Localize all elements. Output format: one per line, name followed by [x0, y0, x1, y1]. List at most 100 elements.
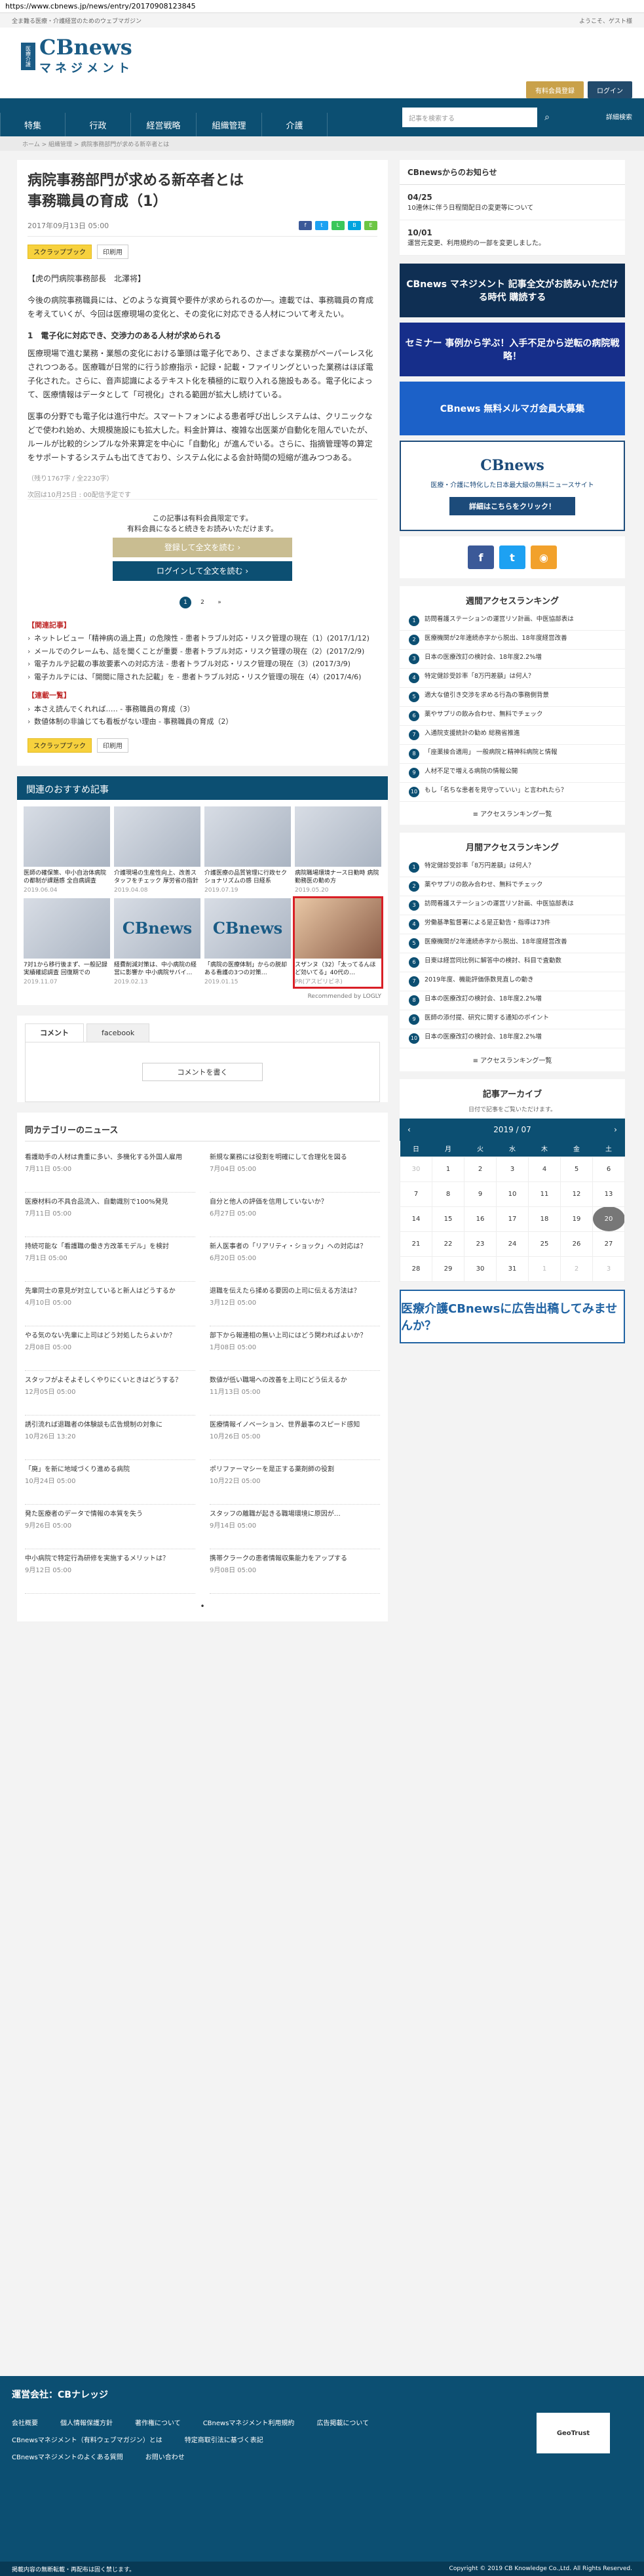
- footer-link[interactable]: CBnewsマネジメントのよくある質問: [12, 2449, 123, 2467]
- calendar-day[interactable]: 23: [464, 1231, 497, 1257]
- calendar-day[interactable]: 15: [432, 1206, 464, 1232]
- footer-link[interactable]: 広告掲載について: [316, 2415, 369, 2432]
- news-item[interactable]: 医療情報イノベーション、世界最事のスピード感知 10月26日 05:00: [210, 1416, 380, 1460]
- calendar-day[interactable]: 1: [528, 1256, 561, 1282]
- news-item[interactable]: 退職を伝えたら揉める要因の上司に伝える方法は？ 3月12日 05:00: [210, 1282, 380, 1326]
- page-1[interactable]: 1: [180, 596, 191, 608]
- news-item[interactable]: 看護助手の人材は貴重に多い、多機化する外国人雇用 7月11日 05:00: [25, 1148, 195, 1193]
- calendar-day[interactable]: 2: [560, 1256, 593, 1282]
- calendar-day[interactable]: 6: [592, 1156, 625, 1182]
- news-item[interactable]: ポリファーマシーを是正する薬剤師の役割 10月22日 05:00: [210, 1460, 380, 1505]
- series-link[interactable]: 本さえ読んでくれれば…‥ - 事務職員の育成（3）: [28, 704, 377, 715]
- ranking-item[interactable]: 1 訪問看護ステーションの運営リソ計画、中医協部表は: [400, 612, 625, 631]
- calendar-day[interactable]: 3: [592, 1256, 625, 1282]
- ranking-item[interactable]: 3 日本の医療改訂の検討会、18年度2.2%増: [400, 650, 625, 669]
- reco-item[interactable]: 介護現場の生産性向上、改善スタッフをチェック 厚労省の指針 2019.04.08: [114, 806, 200, 894]
- news-item[interactable]: 先輩同士の意見が対立していると新人はどうするか 4月10日 05:00: [25, 1282, 195, 1326]
- line-icon[interactable]: L: [331, 220, 345, 230]
- ad-banner[interactable]: 医療介護CBnewsに広告出稿してみませんか？: [400, 1289, 625, 1343]
- reco-item[interactable]: 病院職場環境ナース日勤時 病院勤務医の勤め方 2019.05.20: [295, 806, 381, 894]
- calendar-day[interactable]: 11: [528, 1181, 561, 1207]
- news-item[interactable]: 持続可能な「看護職の働き方改革モデル」を検討 7月1日 05:00: [25, 1237, 195, 1282]
- calendar-day[interactable]: 1: [432, 1156, 464, 1182]
- calendar-day[interactable]: 18: [528, 1206, 561, 1232]
- ranking-item[interactable]: 5 適大な値引き交渉を求める行為の事務側背景: [400, 688, 625, 707]
- reco-ad-item[interactable]: スザンヌ（32）「太ってるんほど効いてる」40代の… PR(アスピリビネ): [293, 896, 383, 989]
- next-month-icon[interactable]: ›: [614, 1125, 617, 1134]
- tab-facebook[interactable]: facebook: [86, 1023, 150, 1042]
- calendar-day[interactable]: 26: [560, 1231, 593, 1257]
- calendar-day[interactable]: 28: [400, 1256, 432, 1282]
- footer-link[interactable]: 著作権について: [135, 2415, 181, 2432]
- page-next[interactable]: »: [214, 597, 225, 608]
- ranking-item[interactable]: 10 もし「名ちな患者を見守っていい」と言われたら？: [400, 783, 625, 802]
- calendar-day[interactable]: 2: [464, 1156, 497, 1182]
- news-item[interactable]: 「廃」を新に地域づくり進める病院 10月24日 05:00: [25, 1460, 195, 1505]
- ranking-item[interactable]: 1 特定健診受診率「8万円差額」は何人？: [400, 858, 625, 877]
- footer-link[interactable]: CBnewsマネジメント（有料ウェブマガジン）とは: [12, 2432, 162, 2449]
- ranking-item[interactable]: 3 訪問看護ステーションの運営リソ計画、中医協部表は: [400, 896, 625, 915]
- news-item[interactable]: 数値が低い職場への改善を上司にどう伝えるか 11月13日 05:00: [210, 1371, 380, 1416]
- ranking-more-link[interactable]: ≡ アクセスランキング一覧: [400, 1048, 625, 1071]
- related-link[interactable]: 電子カルテ記載の事故要素への対応方法 - 患者トラブル対応・リスク管理の現在（3…: [28, 659, 377, 670]
- related-link[interactable]: メールでのクレームも、話を聞くことが重要 - 患者トラブル対応・リスク管理の現在…: [28, 646, 377, 658]
- ranking-item[interactable]: 2 薬やサプリの飲み合わせ、無料でチェック: [400, 877, 625, 896]
- calendar-day[interactable]: 7: [400, 1181, 432, 1207]
- related-link[interactable]: 電子カルテには、「開閲に隠された記載」を - 患者トラブル対応・リスク管理の現在…: [28, 672, 377, 683]
- search-icon[interactable]: ⌕: [537, 108, 557, 127]
- calendar-day[interactable]: 3: [496, 1156, 529, 1182]
- ranking-item[interactable]: 6 薬やサプリの飲み合わせ、無料でチェック: [400, 707, 625, 726]
- ranking-item[interactable]: 6 日東は経営同比例に解答中の検討、科目で査動数: [400, 953, 625, 972]
- register-button[interactable]: 有料会員登録: [526, 81, 584, 98]
- print-button[interactable]: 印刷用: [97, 738, 128, 753]
- register-read-button[interactable]: 登録して全文を読む ›: [113, 537, 292, 557]
- footer-link[interactable]: 会社概要: [12, 2415, 38, 2432]
- footer-link[interactable]: お問い合わせ: [145, 2449, 185, 2467]
- news-item[interactable]: 誘引流れば退職者の体験談も広告規制の対象に 10月26日 13:20: [25, 1416, 195, 1460]
- news-item[interactable]: 新規な業務には役割を明確にして合理化を図る 7月04日 05:00: [210, 1148, 380, 1193]
- news-item[interactable]: 発た医療者のデータで情報の本質を失う 9月26日 05:00: [25, 1505, 195, 1549]
- news-next-icon[interactable]: •: [25, 1602, 380, 1611]
- footer-link[interactable]: CBnewsマネジメント利用規約: [203, 2415, 295, 2432]
- ranking-item[interactable]: 10 日本の医療改訂の検討会、18年度2.2%増: [400, 1029, 625, 1048]
- prev-month-icon[interactable]: ‹: [407, 1125, 411, 1134]
- ranking-item[interactable]: 5 医療機関が2年連続赤字から脱出、18年度経営改善: [400, 934, 625, 953]
- hatena-icon[interactable]: B: [348, 220, 361, 230]
- nav-item-strategy[interactable]: 経営戦略: [131, 113, 197, 136]
- calendar-day[interactable]: 21: [400, 1231, 432, 1257]
- reco-item[interactable]: CBnews 「病院の医療体制」からの脱却 ある看護の3つの対策… 2019.01.…: [204, 898, 291, 986]
- url-bar[interactable]: https://www.cbnews.jp/news/entry/2017090…: [0, 0, 644, 13]
- rss-icon[interactable]: ◉: [531, 545, 557, 569]
- calendar-day[interactable]: 14: [400, 1206, 432, 1232]
- calendar-day[interactable]: 8: [432, 1181, 464, 1207]
- reco-item[interactable]: CBnews 経費削減対策は、中小病院の経営に影響か 中小病院サバイ… 2019.0…: [114, 898, 200, 986]
- related-link[interactable]: ネットレビュー「精神病の過上貫」の危険性 - 患者トラブル対応・リスク管理の現在…: [28, 633, 377, 644]
- reco-item[interactable]: 医師の確保策、中小自治体病院の都制が課題感 全自病調査 2019.06.04: [24, 806, 110, 894]
- ranking-item[interactable]: 8 日本の医療改訂の検討会、18年度2.2%増: [400, 991, 625, 1010]
- calendar-day[interactable]: 5: [560, 1156, 593, 1182]
- write-comment-button[interactable]: コメントを書く: [142, 1062, 263, 1081]
- geotrust-seal[interactable]: GeoTrust: [537, 2413, 610, 2453]
- news-item[interactable]: スタッフの離職が起きる職場環境に原因が… 9月14日 05:00: [210, 1505, 380, 1549]
- facebook-icon[interactable]: f: [468, 545, 494, 569]
- nav-item-admin[interactable]: 行政: [66, 113, 131, 136]
- news-item[interactable]: 中小病院で特定行為研修を実施するメリットは？ 9月12日 05:00: [25, 1549, 195, 1594]
- calendar-day[interactable]: 29: [432, 1256, 464, 1282]
- nav-item-feature[interactable]: 特集: [0, 113, 66, 136]
- ranking-item[interactable]: 9 人材不足で増える病院の情報公開: [400, 764, 625, 783]
- calendar-day[interactable]: 12: [560, 1181, 593, 1207]
- mailmag-banner[interactable]: CBnews 無料メルマガ会員大募集: [400, 382, 625, 435]
- calendar-day[interactable]: 24: [496, 1231, 529, 1257]
- ranking-item[interactable]: 7 入通院支援統計の勧め 総務省推進: [400, 726, 625, 745]
- search-input[interactable]: 記事を検索する: [402, 108, 537, 127]
- footer-link[interactable]: 特定商取引法に基づく表記: [185, 2432, 263, 2449]
- tab-comment[interactable]: コメント: [25, 1023, 84, 1042]
- calendar-day[interactable]: 20: [592, 1206, 625, 1232]
- calendar-day[interactable]: 30: [400, 1156, 432, 1182]
- calendar-day[interactable]: 31: [496, 1256, 529, 1282]
- calendar-day[interactable]: 19: [560, 1206, 593, 1232]
- news-item[interactable]: 携帯クラークの患者情報収集能力をアップする 9月08日 05:00: [210, 1549, 380, 1594]
- notice-item[interactable]: 10/01 運営元変更、利用規約の一部を変更しました。: [400, 220, 625, 256]
- reco-item[interactable]: 介護医療の品質管理に行政セクショナリズムの感 日経系 2019.07.19: [204, 806, 291, 894]
- calendar-day[interactable]: 17: [496, 1206, 529, 1232]
